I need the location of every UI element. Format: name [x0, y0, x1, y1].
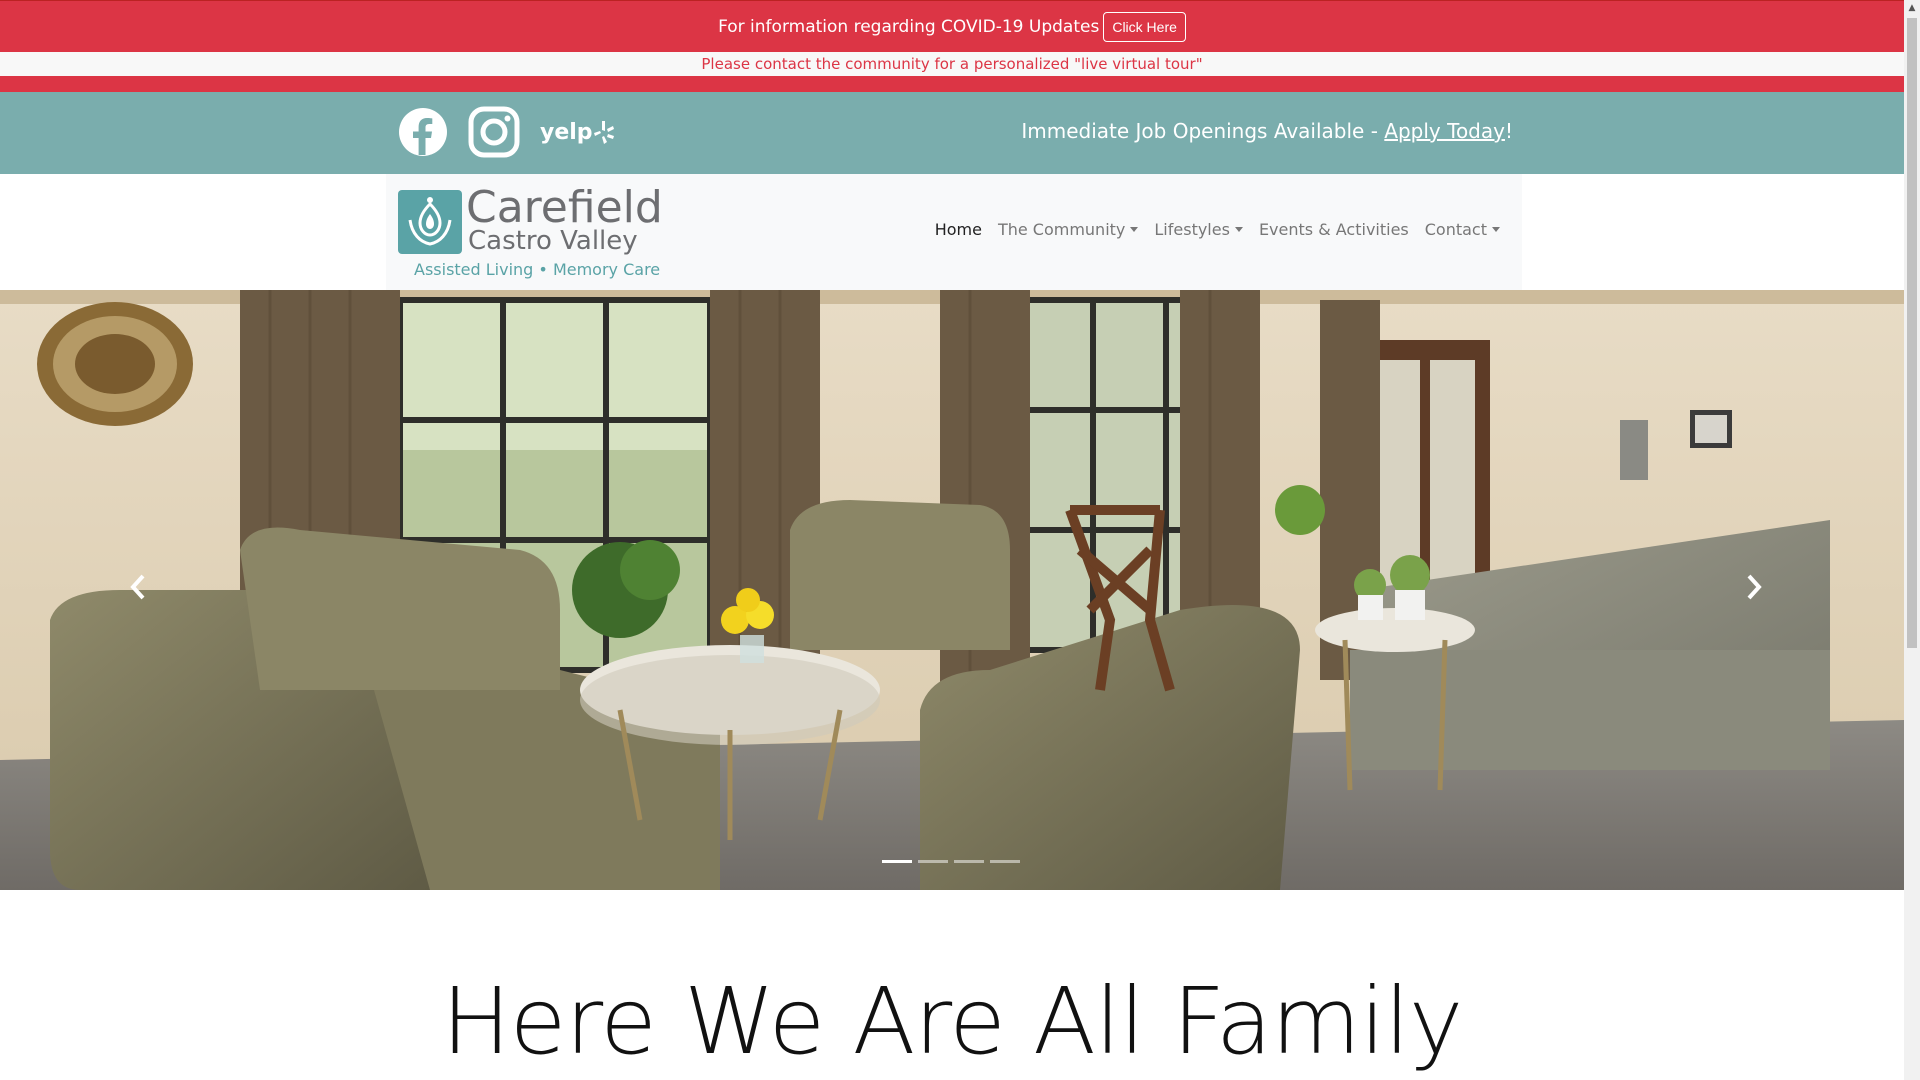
covid-alert-bar: For information regarding COVID-19 Updat…: [0, 0, 1904, 52]
carousel-indicators: [882, 860, 1020, 863]
hero-lounge-image: [0, 290, 1904, 890]
main-nav: Home The Community Lifestyles Events & A…: [935, 220, 1500, 239]
caret-down-icon: [1234, 227, 1243, 232]
nav-item-home[interactable]: Home: [935, 220, 982, 239]
caret-down-icon: [1130, 227, 1139, 232]
carefield-logo[interactable]: Carefield Castro Valley Assisted Living …: [398, 182, 668, 286]
virtual-tour-bar: Please contact the community for a perso…: [0, 52, 1904, 76]
social-bar: yelp Immediate Job Openings Available - …: [0, 92, 1904, 174]
facebook-icon[interactable]: [398, 107, 448, 157]
chevron-right-icon: [1747, 574, 1762, 600]
carousel-indicator-2[interactable]: [918, 860, 948, 863]
covid-message: For information regarding COVID-19 Updat…: [718, 16, 1100, 37]
instagram-icon[interactable]: [468, 106, 520, 158]
nav-item-label: Home: [934, 220, 982, 239]
nav-item-contact[interactable]: Contact: [1425, 220, 1500, 239]
yelp-burst-icon: [593, 121, 614, 144]
scrollbar-thumb[interactable]: [1907, 18, 1917, 648]
nav-item-label: Lifestyles: [1154, 220, 1230, 239]
social-icons: yelp: [398, 106, 615, 158]
chevron-left-icon: [130, 574, 145, 600]
virtual-tour-message: Please contact the community for a perso…: [701, 55, 1203, 73]
covid-click-here-button[interactable]: Click Here: [1103, 11, 1186, 42]
hero-carousel: [0, 290, 1904, 890]
nav-item-label: Contact: [1424, 220, 1487, 239]
vertical-scrollbar[interactable]: ▲: [1904, 0, 1920, 1080]
nav-item-events-activities[interactable]: Events & Activities: [1259, 220, 1409, 239]
job-openings-text: Immediate Job Openings Available -: [1021, 119, 1385, 143]
page-headline: Here We Are All Family: [441, 968, 1464, 1075]
logo-tagline: Assisted Living • Memory Care: [414, 260, 661, 279]
logo-location: Castro Valley: [468, 226, 638, 256]
carousel-prev-button[interactable]: [128, 572, 158, 608]
navbar: Carefield Castro Valley Assisted Living …: [386, 174, 1522, 290]
header: Carefield Castro Valley Assisted Living …: [0, 174, 1904, 290]
nav-item-lifestyles[interactable]: Lifestyles: [1154, 220, 1243, 239]
alert-divider: [0, 76, 1904, 92]
nav-item-label: Events & Activities: [1258, 220, 1409, 239]
carousel-indicator-3[interactable]: [954, 860, 984, 863]
carousel-indicator-4[interactable]: [990, 860, 1020, 863]
scroll-up-arrow-icon[interactable]: ▲: [1904, 0, 1920, 16]
yelp-wordmark: yelp: [540, 119, 593, 145]
apply-today-link[interactable]: Apply Today: [1384, 119, 1505, 143]
page: For information regarding COVID-19 Updat…: [0, 0, 1920, 1080]
logo-mark-icon: [398, 190, 462, 254]
nav-item-the-community[interactable]: The Community: [997, 220, 1139, 239]
nav-item-label: The Community: [997, 220, 1126, 239]
carousel-indicator-1[interactable]: [882, 860, 912, 863]
job-openings-suffix: !: [1504, 119, 1513, 143]
yelp-icon[interactable]: yelp: [540, 114, 615, 150]
job-openings-banner: Immediate Job Openings Available - Apply…: [1021, 119, 1513, 143]
carousel-next-button[interactable]: [1744, 572, 1774, 608]
caret-down-icon: [1492, 227, 1500, 232]
